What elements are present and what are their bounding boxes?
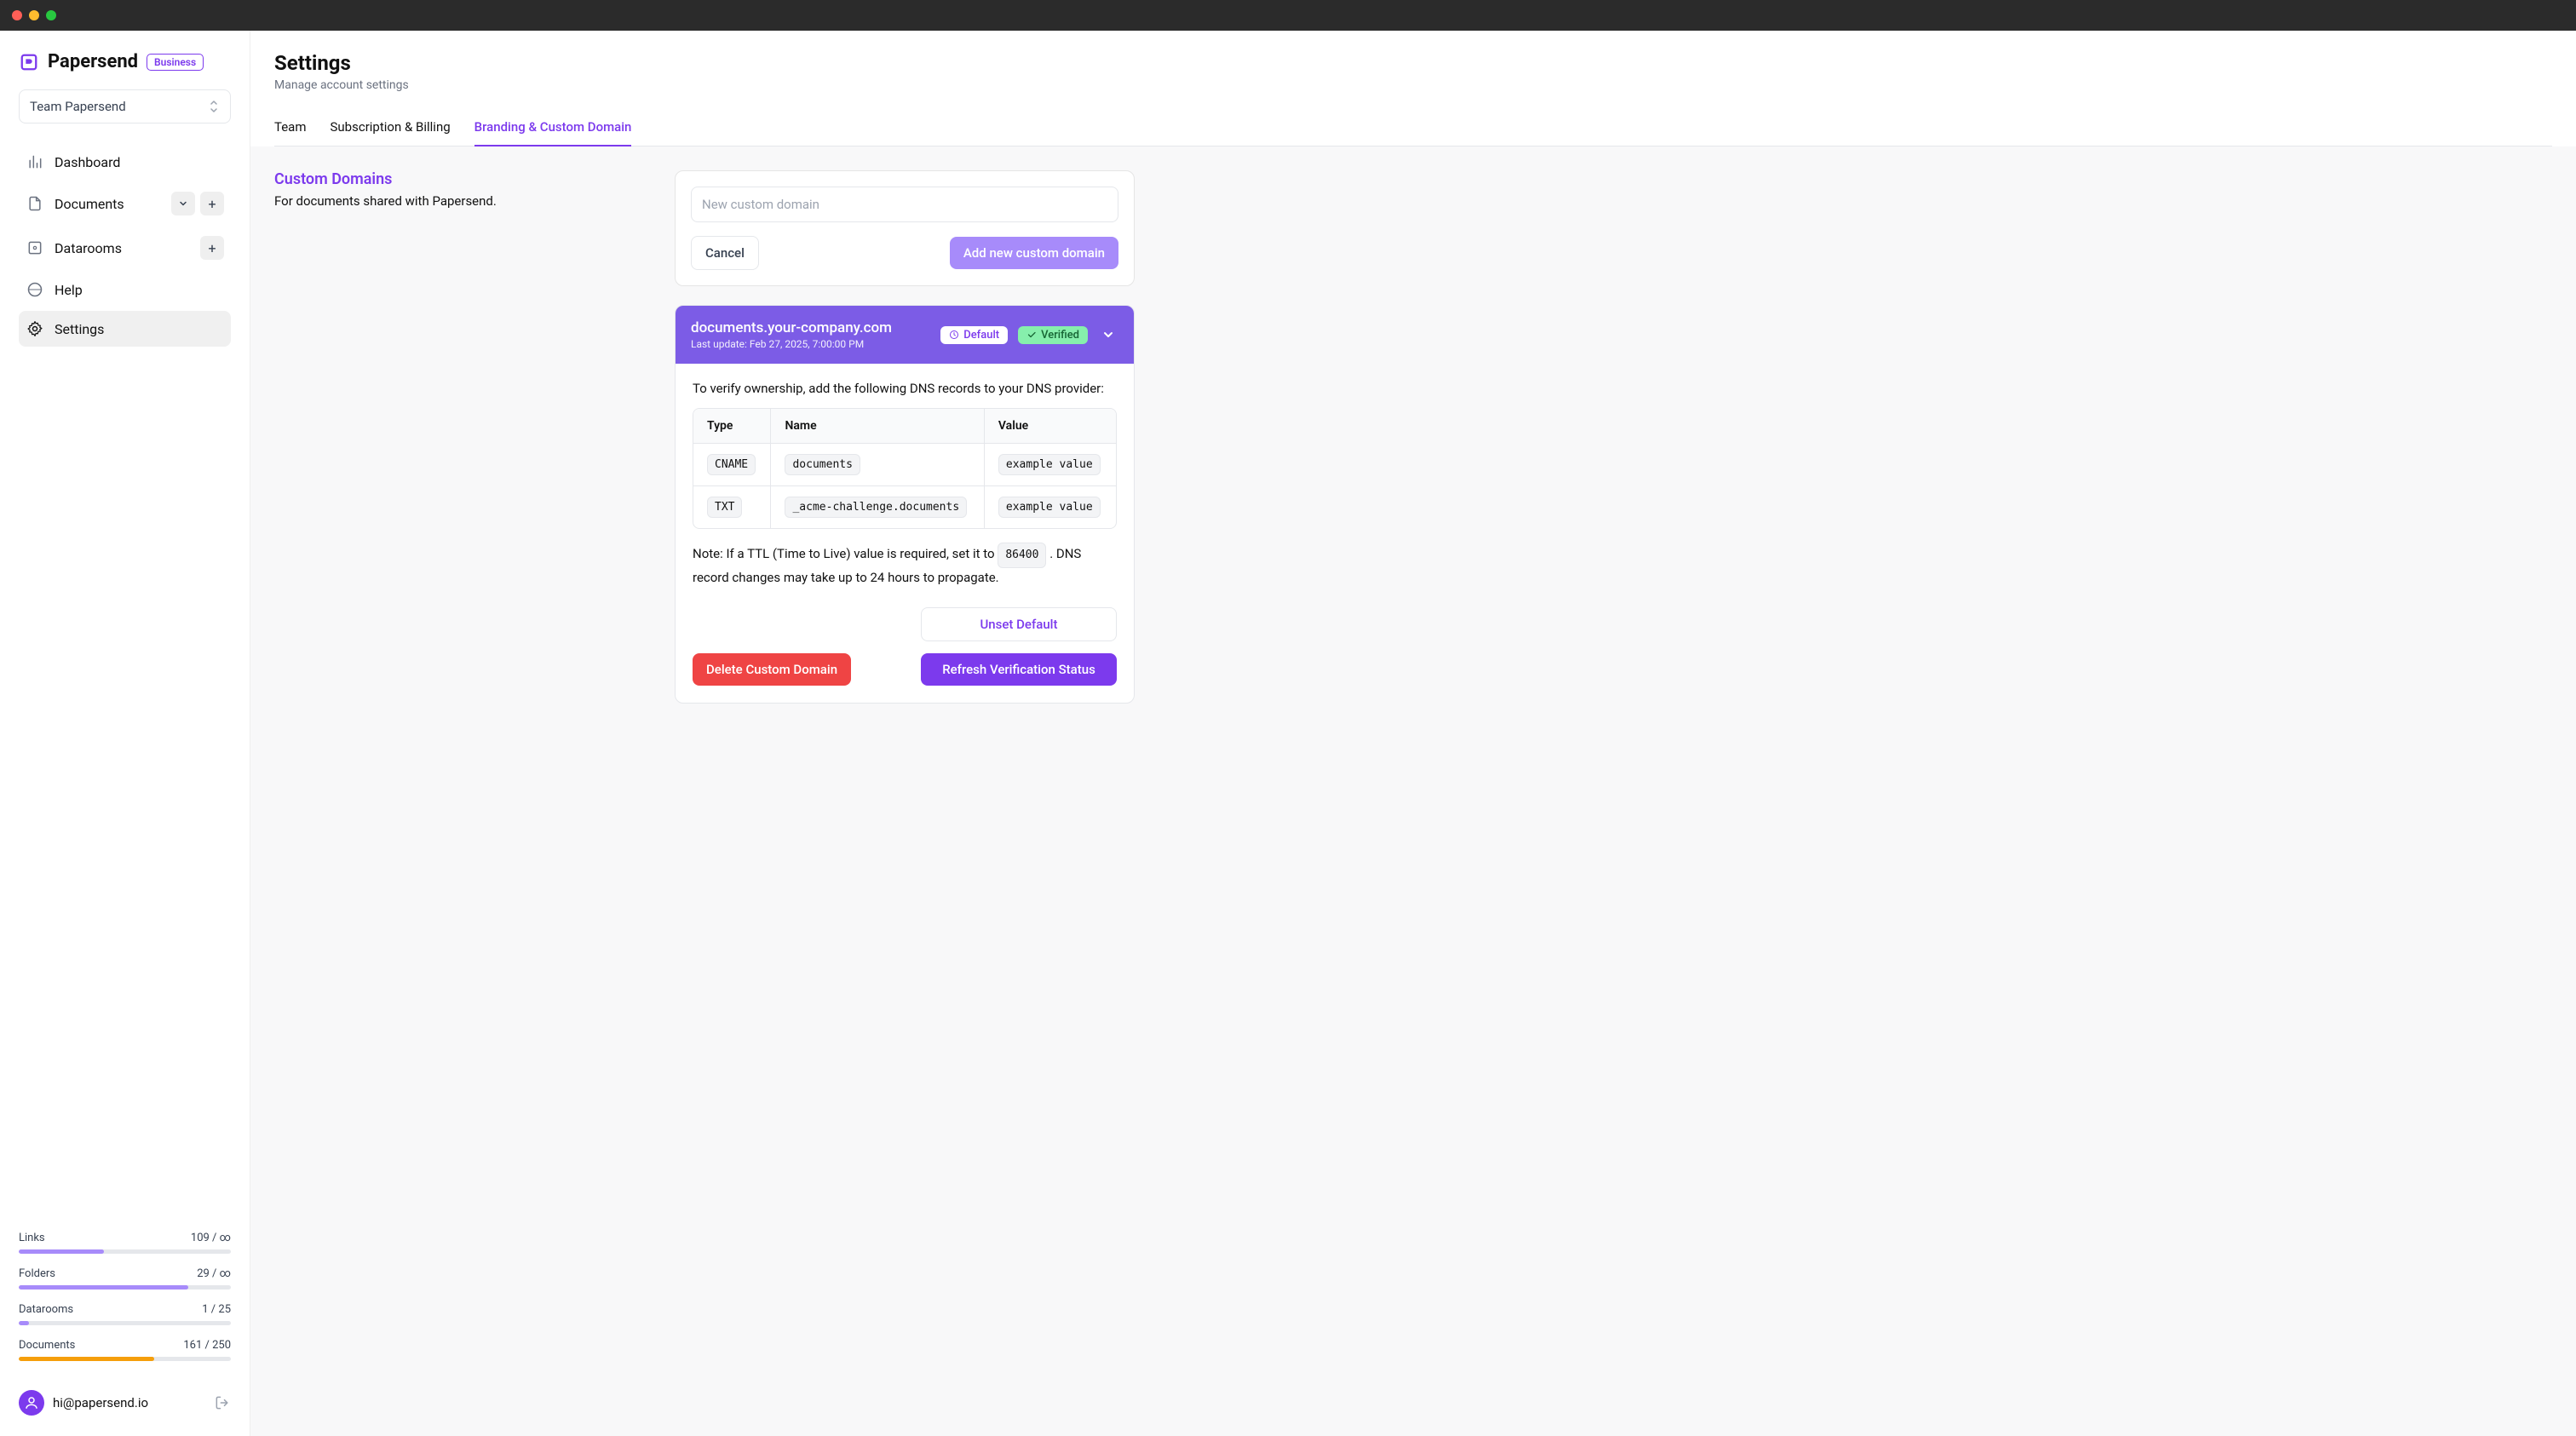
ttl-value: 86400 [998,543,1046,568]
window-minimize-button[interactable] [29,10,39,20]
window-maximize-button[interactable] [46,10,56,20]
ttl-note: Note: If a TTL (Time to Live) value is r… [693,543,1117,587]
usage-folders: Folders 29 / ∞ [19,1267,231,1290]
usage-bar-fill [19,1321,29,1325]
user-email: hi@papersend.io [53,1395,205,1410]
logo-icon [19,52,39,72]
usage-links: Links 109 / ∞ [19,1232,231,1254]
page-title: Settings [274,51,2552,75]
domain-header: documents.your-company.com Last update: … [676,306,1134,364]
usage-value: 109 / ∞ [191,1232,231,1244]
documents-add-button[interactable]: + [200,192,224,215]
avatar[interactable] [19,1390,44,1416]
sidebar-item-documents[interactable]: Documents + [19,183,231,224]
usage-documents: Documents 161 / 250 [19,1339,231,1361]
window-close-button[interactable] [12,10,22,20]
usage-label: Documents [19,1339,75,1352]
dataroom-icon [26,238,44,257]
section-description: For documents shared with Papersend. [274,193,598,209]
usage-value: 29 / ∞ [197,1267,231,1280]
usage-label: Links [19,1232,45,1244]
domain-name: documents.your-company.com [691,319,930,336]
usage-value: 161 / 250 [183,1339,231,1352]
gear-icon [26,319,44,338]
dns-name[interactable]: _acme-challenge.documents [785,497,967,518]
usage-datarooms: Datarooms 1 / 25 [19,1303,231,1325]
team-selector-label: Team Papersend [30,99,126,114]
logout-button[interactable] [214,1394,231,1411]
usage-value: 1 / 25 [202,1303,231,1316]
collapse-toggle[interactable] [1098,325,1118,345]
chevrons-icon [208,99,220,114]
domain-updated: Last update: Feb 27, 2025, 7:00:00 PM [691,338,930,350]
tab-team[interactable]: Team [274,109,307,146]
domain-card: documents.your-company.com Last update: … [675,305,1135,704]
tab-subscription[interactable]: Subscription & Billing [331,109,451,146]
section-header: Custom Domains For documents shared with… [274,170,598,1412]
dns-col-name: Name [770,409,983,444]
help-icon [26,280,44,299]
usage-bar-fill [19,1285,188,1290]
documents-expand-button[interactable] [171,192,195,215]
tab-branding[interactable]: Branding & Custom Domain [474,109,632,146]
nav-list: Dashboard Documents + Datarooms + [19,144,231,347]
refresh-verification-button[interactable]: Refresh Verification Status [921,653,1117,686]
dns-table: Type Name Value CNAME documents [693,408,1117,529]
sidebar-item-label: Dashboard [55,154,224,170]
default-badge: Default [940,326,1008,344]
usage-label: Datarooms [19,1303,73,1316]
domain-body: To verify ownership, add the following D… [676,364,1134,703]
new-domain-input[interactable] [691,187,1118,222]
sidebar-item-label: Help [55,282,224,298]
plan-badge: Business [147,54,204,71]
dns-row: TXT _acme-challenge.documents example va… [693,486,1116,528]
dns-type[interactable]: CNAME [707,454,756,475]
dns-col-type: Type [693,409,770,444]
sidebar-item-label: Settings [55,321,224,337]
usage-bar-fill [19,1249,104,1254]
verified-badge: Verified [1018,326,1088,344]
unset-default-button[interactable]: Unset Default [921,607,1117,641]
logo: Papersend Business [19,51,231,72]
sidebar-item-datarooms[interactable]: Datarooms + [19,227,231,268]
delete-domain-button[interactable]: Delete Custom Domain [693,653,851,686]
usage-bar-fill [19,1357,154,1361]
verify-instruction: To verify ownership, add the following D… [693,381,1117,396]
cancel-button[interactable]: Cancel [691,236,759,270]
dashboard-icon [26,152,44,171]
sidebar-item-label: Documents [55,196,161,212]
sidebar-item-settings[interactable]: Settings [19,311,231,347]
dns-name[interactable]: documents [785,454,860,475]
user-footer: hi@papersend.io [19,1375,231,1416]
new-domain-card: Cancel Add new custom domain [675,170,1135,286]
page-subtitle: Manage account settings [274,78,2552,92]
dns-row: CNAME documents example value [693,444,1116,486]
logo-text: Papersend [48,51,138,72]
sidebar-item-dashboard[interactable]: Dashboard [19,144,231,180]
sidebar-item-label: Datarooms [55,240,190,256]
tabs: Team Subscription & Billing Branding & C… [274,109,2552,146]
usage-section: Links 109 / ∞ Folders 29 / ∞ Datarooms 1 / … [19,1232,231,1375]
page-header: Settings Manage account settings Team Su… [250,31,2576,146]
dns-type[interactable]: TXT [707,497,742,518]
sidebar-item-help[interactable]: Help [19,272,231,307]
team-selector[interactable]: Team Papersend [19,89,231,123]
sidebar: Papersend Business Team Papersend Dashbo… [0,31,250,1436]
titlebar [0,0,2576,31]
usage-label: Folders [19,1267,55,1280]
datarooms-add-button[interactable]: + [200,236,224,260]
section-heading: Custom Domains [274,170,598,188]
add-domain-button[interactable]: Add new custom domain [950,237,1118,269]
dns-col-value: Value [984,409,1116,444]
dns-value[interactable]: example value [998,497,1101,518]
document-icon [26,194,44,213]
dns-value[interactable]: example value [998,454,1101,475]
main-content: Settings Manage account settings Team Su… [250,31,2576,1436]
